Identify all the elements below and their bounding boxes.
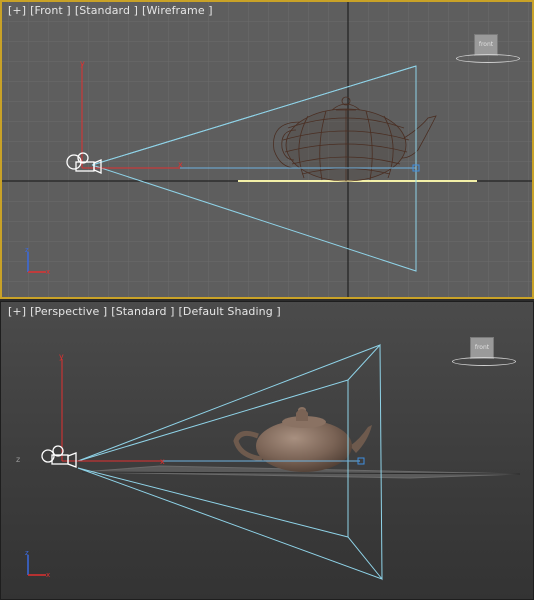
viewport-menu-button[interactable]: [+]	[8, 4, 26, 17]
tripod-x-label: x	[46, 571, 50, 579]
perspective-viewcube[interactable]: front	[452, 335, 524, 375]
front-viewport[interactable]: y x z x front [+] [Front ] [Standard ] [Wir…	[0, 0, 534, 299]
viewcube-face[interactable]: front	[474, 34, 498, 56]
viewcube-face[interactable]: front	[470, 337, 494, 359]
front-viewport-scene: y x z x	[0, 0, 534, 299]
teapot-shaded[interactable]	[233, 407, 372, 472]
tripod-x-label: x	[46, 268, 50, 276]
viewport-view-menu[interactable]: [Perspective ]	[30, 305, 107, 318]
viewcube-ring[interactable]	[452, 357, 516, 366]
camera-axis-x-label: x	[160, 457, 165, 466]
perspective-axis-tripod: z x	[25, 549, 50, 579]
camera-axis-y-label: y	[59, 352, 64, 361]
perspective-viewport[interactable]: y x z z x front [+] [Perspective ] [Standa…	[0, 301, 534, 600]
camera-axis-z-label: z	[16, 455, 20, 464]
viewport-shading-menu[interactable]: [Wireframe ]	[142, 4, 213, 17]
camera-axis-y-label: y	[80, 59, 85, 68]
viewport-menu-button[interactable]: [+]	[8, 305, 26, 318]
tripod-z-label: z	[25, 246, 29, 254]
viewcube-ring[interactable]	[456, 54, 520, 63]
viewport-mode-menu[interactable]: [Standard ]	[75, 4, 138, 17]
viewport-view-menu[interactable]: [Front ]	[30, 4, 71, 17]
front-viewcube[interactable]: front	[456, 32, 528, 72]
viewport-shading-menu[interactable]: [Default Shading ]	[179, 305, 281, 318]
camera-axis-x-label: x	[178, 160, 183, 169]
front-viewport-label: [+] [Front ] [Standard ] [Wireframe ]	[8, 4, 213, 17]
front-grid	[0, 0, 534, 299]
perspective-viewport-label: [+] [Perspective ] [Standard ] [Default Sha…	[8, 305, 281, 318]
viewport-mode-menu[interactable]: [Standard ]	[111, 305, 174, 318]
camera-icon[interactable]	[41, 445, 77, 468]
tripod-z-label: z	[25, 549, 29, 557]
